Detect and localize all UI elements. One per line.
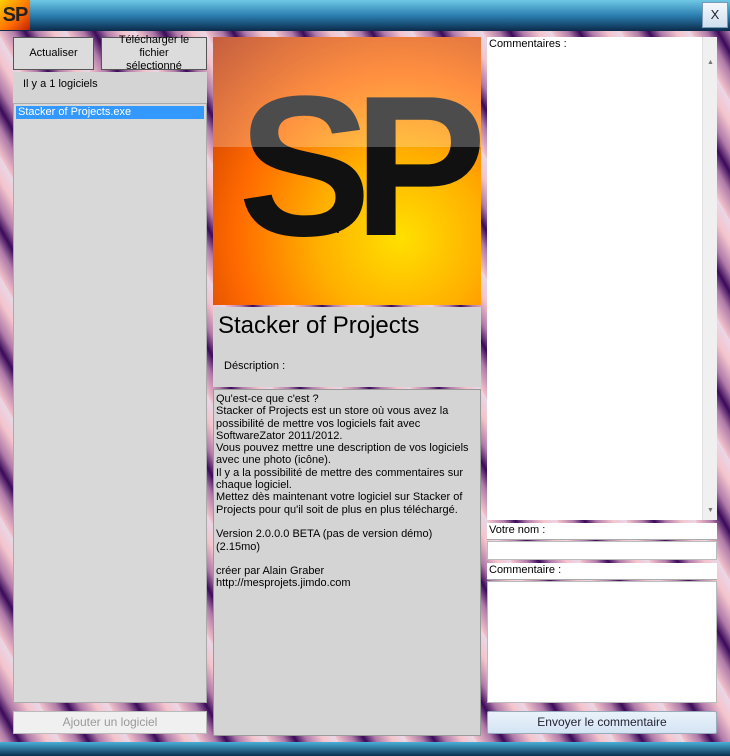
logo-shine xyxy=(213,37,481,147)
description-label: Déscription : xyxy=(224,360,286,372)
add-software-button: Ajouter un logiciel xyxy=(13,711,207,734)
scroll-up-icon[interactable]: ▲ xyxy=(707,59,714,66)
comment-label: Commentaire : xyxy=(487,563,717,580)
taskbar-strip xyxy=(0,742,730,756)
software-title: Stacker of Projects xyxy=(218,312,420,339)
software-list[interactable]: Stacker of Projects.exe xyxy=(13,103,207,703)
comments-label: Commentaires : xyxy=(489,38,567,50)
scrollbar[interactable]: ▲ ▼ xyxy=(702,37,717,520)
scroll-down-icon[interactable]: ▼ xyxy=(707,507,714,514)
name-input[interactable] xyxy=(487,541,717,560)
title-panel: Stacker of Projects Déscription : xyxy=(213,307,481,387)
download-button[interactable]: Télécharger le fichier sélectionné xyxy=(101,34,207,72)
refresh-button[interactable]: Actualiser xyxy=(13,37,94,70)
list-item[interactable]: Stacker of Projects.exe xyxy=(16,106,204,119)
comments-box[interactable]: Commentaires : ▲ ▼ xyxy=(487,37,717,520)
name-label: Votre nom : xyxy=(487,523,717,540)
close-button[interactable]: X xyxy=(702,2,728,28)
software-logo-image: SP OF xyxy=(213,37,481,305)
comment-textarea[interactable] xyxy=(487,581,717,703)
title-bar xyxy=(0,0,730,31)
software-count-label: Il y a 1 logiciels xyxy=(13,72,207,103)
logo-of-text: OF xyxy=(325,220,345,236)
description-textbox[interactable]: Qu'est-ce que c'est ? Stacker of Project… xyxy=(213,389,481,736)
app-logo: SP xyxy=(0,0,30,30)
send-comment-button[interactable]: Envoyer le commentaire xyxy=(487,711,717,734)
